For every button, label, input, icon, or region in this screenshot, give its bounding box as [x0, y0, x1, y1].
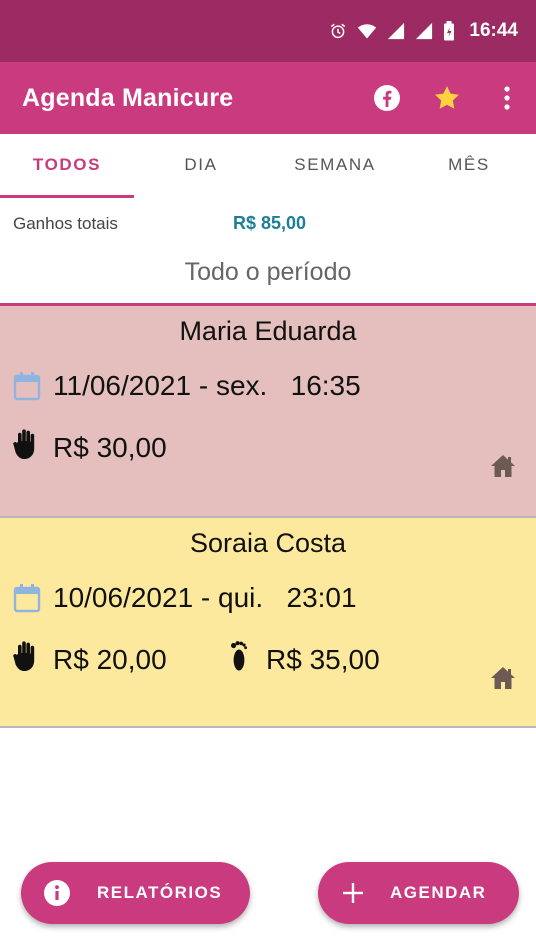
schedule-label: AGENDAR	[390, 883, 487, 902]
tab-mes[interactable]: MÊS	[402, 134, 536, 196]
home-icon	[490, 666, 516, 695]
totals-label: Ganhos totais	[13, 214, 118, 233]
status-time: 16:44	[469, 20, 518, 41]
calendar-icon	[13, 371, 41, 406]
status-bar: 16:44	[0, 0, 536, 62]
period-title: Todo o período	[184, 258, 352, 286]
star-icon[interactable]	[430, 81, 464, 115]
appointment-datetime: 10/06/2021 - qui. 23:01	[53, 582, 357, 613]
hand-icon	[13, 640, 39, 677]
calendar-icon	[13, 583, 41, 618]
client-name: Maria Eduarda	[179, 316, 357, 346]
facebook-icon[interactable]	[370, 81, 404, 115]
client-name: Soraia Costa	[189, 528, 347, 558]
info-icon	[43, 879, 71, 907]
reports-button[interactable]: RELATÓRIOS	[21, 862, 250, 924]
signal-icon	[415, 22, 433, 40]
hand-icon	[13, 428, 39, 465]
appointment-datetime: 11/06/2021 - sex. 16:35	[53, 370, 361, 401]
more-options-icon[interactable]	[490, 81, 524, 115]
home-icon	[490, 454, 516, 483]
foot-icon	[229, 640, 249, 677]
pedicure-price: R$ 35,00	[266, 644, 380, 675]
manicure-price: R$ 20,00	[53, 644, 167, 675]
period-tabs: TODOS DIA SEMANA MÊS	[0, 134, 536, 198]
appointment-card[interactable]: Maria Eduarda 11/06/2021 - sex. 16:35 R$…	[0, 306, 536, 518]
appointment-card[interactable]: Soraia Costa 10/06/2021 - qui. 23:01 R$ …	[0, 518, 536, 728]
wifi-icon	[357, 22, 377, 40]
totals-value: R$ 85,00	[233, 213, 307, 233]
manicure-price: R$ 30,00	[53, 432, 167, 463]
battery-icon	[443, 21, 455, 41]
totals-row: Ganhos totais R$ 85,00	[0, 210, 536, 238]
app-title: Agenda Manicure	[22, 83, 234, 112]
signal-icon	[387, 22, 405, 40]
tab-dia[interactable]: DIA	[134, 134, 268, 196]
plus-icon	[342, 882, 364, 904]
reports-label: RELATÓRIOS	[97, 883, 223, 902]
app-bar: Agenda Manicure	[0, 62, 536, 134]
tab-todos[interactable]: TODOS	[0, 134, 134, 198]
tab-semana[interactable]: SEMANA	[268, 134, 402, 196]
schedule-button[interactable]: AGENDAR	[318, 862, 519, 924]
alarm-icon	[329, 22, 347, 40]
